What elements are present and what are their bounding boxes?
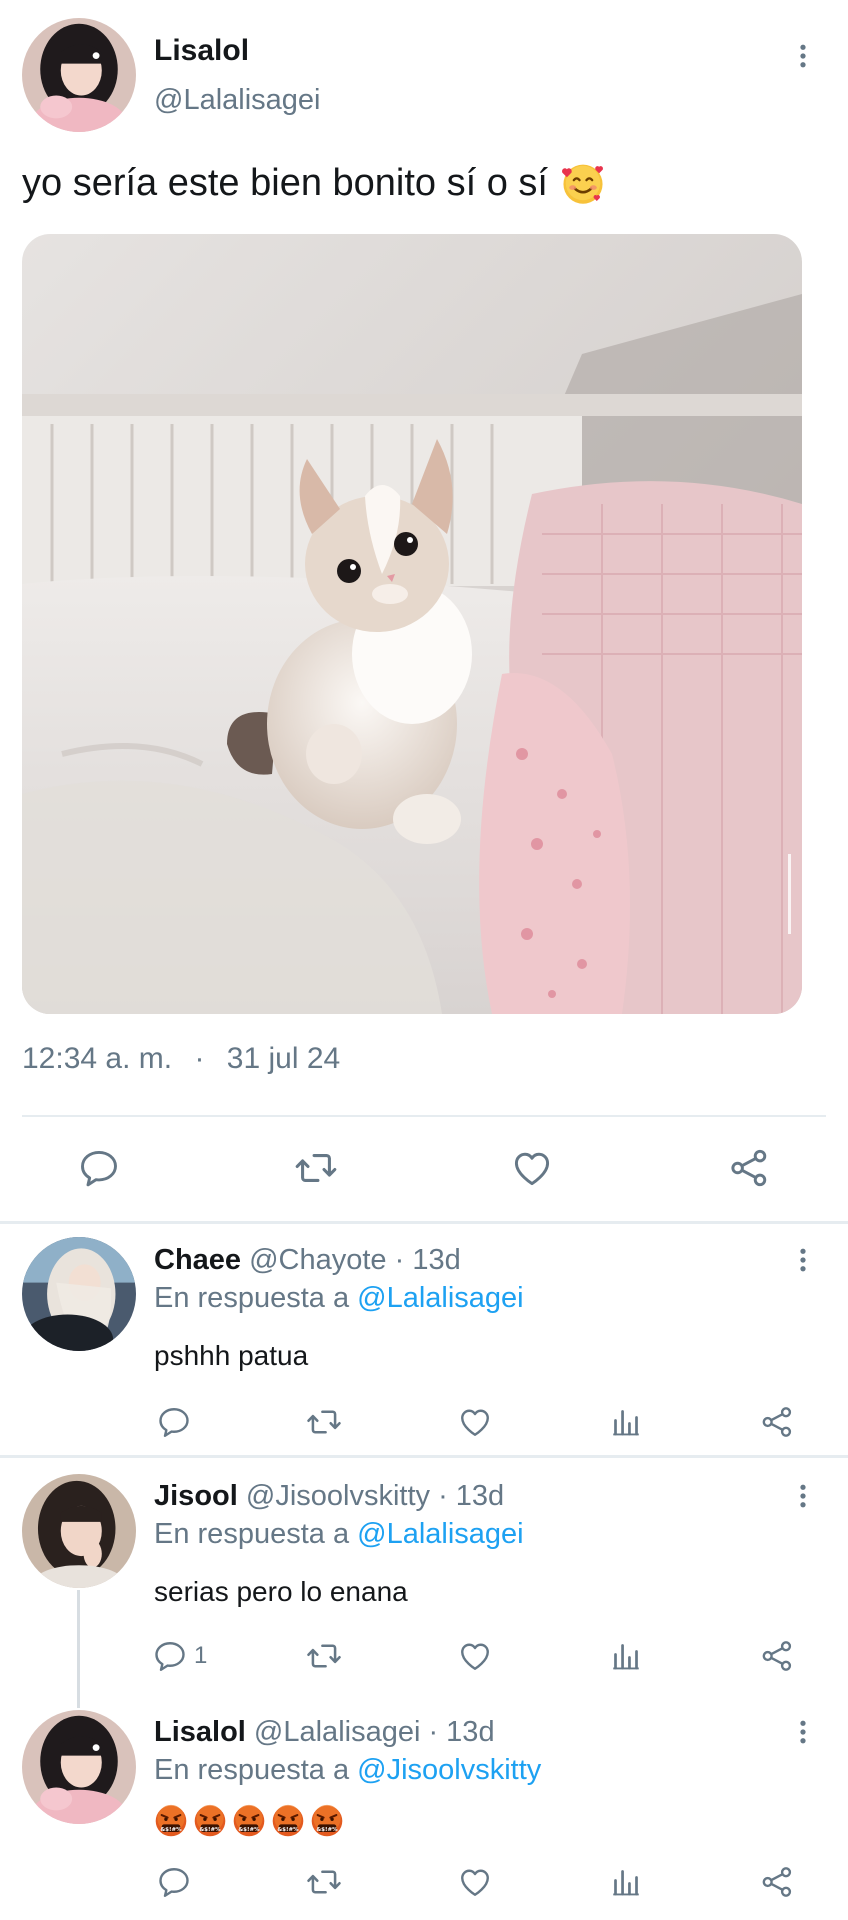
more-options-button[interactable]: [783, 36, 823, 76]
retweet-icon: [305, 1863, 343, 1901]
reply-text: pshhh patua: [154, 1340, 309, 1371]
more-options-button[interactable]: [783, 1712, 823, 1752]
retweet-icon: [293, 1145, 339, 1191]
reply-text: serias pero lo enana: [154, 1576, 408, 1607]
retweet-icon: [305, 1403, 343, 1441]
reply-context: En respuesta a @Lalalisagei: [154, 1518, 524, 1551]
more-vertical-icon: [788, 1717, 818, 1747]
author-name[interactable]: Lisalol: [154, 34, 249, 68]
stats-button[interactable]: [604, 1634, 648, 1678]
share-icon: [759, 1864, 795, 1900]
avatar-image: [22, 1237, 136, 1351]
reply-prefix: En respuesta a: [154, 1282, 350, 1314]
thread-connector: [77, 1590, 80, 1708]
tweet-media-image[interactable]: [22, 234, 802, 1014]
avatar-image: [22, 1474, 136, 1588]
tweet-time: 12:34 a. m.: [22, 1042, 173, 1075]
meta-separator: ·: [194, 1042, 205, 1075]
share-button[interactable]: [723, 1142, 775, 1194]
retweet-button[interactable]: [302, 1860, 346, 1904]
reply-mention-link[interactable]: @Lalalisagei: [357, 1282, 523, 1314]
avatar-jisool[interactable]: [22, 1474, 136, 1588]
reply-button[interactable]: [152, 1400, 196, 1444]
bar-chart-icon: [608, 1404, 644, 1440]
face-with-symbols-icon: [271, 1804, 305, 1838]
reply-prefix: En respuesta a: [154, 1518, 350, 1550]
reply-count: 1: [194, 1642, 208, 1669]
reply-icon: [77, 1146, 121, 1190]
author-handle[interactable]: @Lalalisagei: [154, 84, 320, 117]
avatar-lisalol[interactable]: [22, 18, 136, 132]
reply-icon: [152, 1638, 188, 1674]
kitten-photo: [22, 234, 802, 1014]
reply-mention-link[interactable]: @Jisoolvskitty: [357, 1754, 541, 1786]
avatar-lisalol[interactable]: [22, 1710, 136, 1824]
reply-button[interactable]: 1: [152, 1634, 222, 1678]
reply-author-name[interactable]: Lisalol: [154, 1716, 246, 1748]
heart-icon: [457, 1864, 493, 1900]
bar-chart-icon: [608, 1864, 644, 1900]
reply-author-name[interactable]: Chaee: [154, 1244, 241, 1276]
like-button[interactable]: [506, 1142, 558, 1194]
avatar-image: [22, 18, 136, 132]
smiling-face-with-hearts-icon: [560, 160, 606, 206]
reply-icon: [156, 1404, 192, 1440]
stats-button[interactable]: [604, 1860, 648, 1904]
more-options-button[interactable]: [783, 1240, 823, 1280]
more-options-button[interactable]: [783, 1476, 823, 1516]
reply-time: · 13d: [394, 1244, 461, 1276]
share-button[interactable]: [755, 1634, 799, 1678]
divider: [22, 1115, 826, 1117]
retweet-button[interactable]: [302, 1400, 346, 1444]
heart-icon: [510, 1146, 554, 1190]
reply-mention-link[interactable]: @Lalalisagei: [357, 1518, 523, 1550]
more-vertical-icon: [788, 1481, 818, 1511]
tweet-text: yo sería este bien bonito sí o sí: [22, 160, 606, 206]
reply-header: Chaee @Chayote · 13d: [154, 1244, 461, 1277]
tweet-timestamp[interactable]: 12:34 a. m. · 31 jul 24: [22, 1042, 340, 1076]
heart-icon: [457, 1404, 493, 1440]
reply-emoji-text: [154, 1804, 349, 1838]
tweet-date: 31 jul 24: [226, 1042, 341, 1075]
retweet-button[interactable]: [302, 1634, 346, 1678]
like-button[interactable]: [453, 1634, 497, 1678]
reply-prefix: En respuesta a: [154, 1754, 350, 1786]
reply-button[interactable]: [152, 1860, 196, 1904]
tweet-text-content: yo sería este bien bonito sí o sí: [22, 161, 548, 204]
share-icon: [727, 1146, 771, 1190]
more-vertical-icon: [788, 41, 818, 71]
share-icon: [759, 1404, 795, 1440]
avatar-chaee[interactable]: [22, 1237, 136, 1351]
face-with-symbols-icon: [310, 1804, 344, 1838]
reply-button[interactable]: [73, 1142, 125, 1194]
reply-time: · 13d: [428, 1716, 495, 1748]
like-button[interactable]: [453, 1860, 497, 1904]
stats-button[interactable]: [604, 1400, 648, 1444]
reply-context: En respuesta a @Jisoolvskitty: [154, 1754, 541, 1787]
avatar-image: [22, 1710, 136, 1824]
retweet-icon: [305, 1637, 343, 1675]
reply-header: Lisalol @Lalalisagei · 13d: [154, 1716, 495, 1749]
reply-author-handle[interactable]: @Lalalisagei: [254, 1716, 420, 1748]
face-with-symbols-icon: [232, 1804, 266, 1838]
face-with-symbols-icon: [193, 1804, 227, 1838]
more-vertical-icon: [788, 1245, 818, 1275]
reply-context: En respuesta a @Lalalisagei: [154, 1282, 524, 1315]
reply-icon: [156, 1864, 192, 1900]
like-button[interactable]: [453, 1400, 497, 1444]
face-with-symbols-icon: [154, 1804, 188, 1838]
retweet-button[interactable]: [290, 1142, 342, 1194]
heart-icon: [457, 1638, 493, 1674]
share-button[interactable]: [755, 1860, 799, 1904]
share-icon: [759, 1638, 795, 1674]
reply-time: · 13d: [438, 1480, 505, 1512]
bar-chart-icon: [608, 1638, 644, 1674]
reply-author-handle[interactable]: @Chayote: [249, 1244, 386, 1276]
reply-header: Jisool @Jisoolvskitty · 13d: [154, 1480, 504, 1513]
section-divider: [0, 1221, 848, 1224]
share-button[interactable]: [755, 1400, 799, 1444]
reply-author-name[interactable]: Jisool: [154, 1480, 238, 1512]
reply-author-handle[interactable]: @Jisoolvskitty: [246, 1480, 430, 1512]
section-divider: [0, 1455, 848, 1458]
